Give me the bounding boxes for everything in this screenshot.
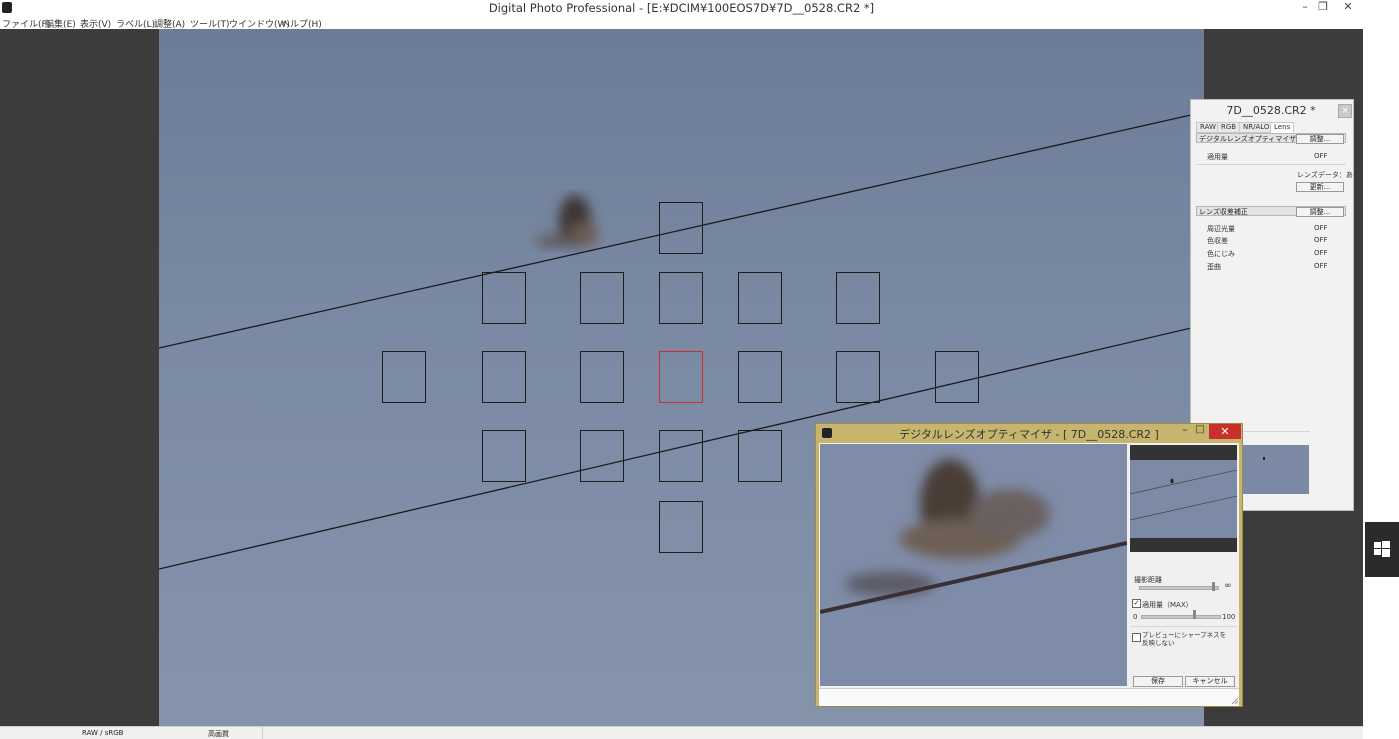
amount-checkbox[interactable]: ✓ [1132,599,1141,608]
af-point [738,351,782,403]
amount-value: OFF [1314,152,1328,160]
save-button[interactable]: 保存 [1133,676,1183,687]
status-divider [262,727,263,739]
chromatic-aberration-label: 色収差 [1207,237,1228,245]
tab-lens[interactable]: Lens [1270,122,1295,133]
tab-rgb[interactable]: RGB [1217,122,1241,133]
af-point [580,272,624,324]
distortion-label: 歪曲 [1207,263,1221,271]
af-point [382,351,426,403]
amount-max-label: 100 [1222,613,1236,621]
sharpness-checkbox[interactable] [1132,633,1141,642]
dlo-dialog: デジタルレンズオプティマイザ - [ 7D__0528.CR2 ] – □ ✕ [815,423,1243,707]
palette-title: 7D__0528.CR2 * [1226,104,1316,117]
af-point [580,430,624,482]
amount-min-label: 0 [1133,613,1138,621]
color-blur-label: 色にじみ [1207,250,1235,258]
distortion-value: OFF [1314,262,1328,270]
update-button[interactable]: 更新... [1296,182,1344,192]
divider [1196,164,1346,165]
af-point [482,430,526,482]
zoomed-preview[interactable] [820,444,1127,686]
dialog-maximize-button[interactable]: □ [1193,424,1207,438]
dialog-status-bar [819,688,1239,706]
close-button[interactable]: ✕ [1338,0,1358,14]
chromatic-aberration-value: OFF [1314,236,1328,244]
distance-label: 撮影距離 [1134,576,1162,584]
dialog-minimize-button[interactable]: – [1178,424,1192,438]
cancel-button[interactable]: キャンセル [1185,676,1235,687]
navigator-panel[interactable] [1130,445,1237,552]
amount-label: 適用量 [1207,153,1228,161]
dlo-section-label: デジタルレンズオプティマイザ [1199,135,1297,143]
af-point [659,430,703,482]
af-point [659,501,703,553]
navigator-image [1130,460,1237,538]
distance-slider-thumb[interactable] [1212,582,1215,591]
af-point [836,351,880,403]
resize-grip-icon[interactable] [1230,696,1239,705]
windows-logo-icon [1374,541,1390,557]
af-point [836,272,880,324]
af-point-selected [659,351,703,403]
title-bar: Digital Photo Professional - [E:¥DCIM¥10… [0,0,1363,16]
minimize-button[interactable]: – [1295,0,1315,14]
amount-slider-thumb[interactable] [1193,610,1196,619]
af-point [738,430,782,482]
aberration-adjust-button[interactable]: 調整... [1296,207,1344,217]
af-point [659,202,703,254]
dialog-body: 撮影距離 ∞ ✓ 適用量（MAX） 0 100 プレビューにシャープネスを反映し… [819,443,1239,706]
af-point [659,272,703,324]
divider [1130,626,1237,627]
status-colorspace: RAW / sRGB [82,729,124,737]
amount-check-label: 適用量（MAX） [1142,601,1193,609]
af-point [738,272,782,324]
sharpness-check-label: プレビューにシャープネスを反映しない [1142,631,1227,647]
peripheral-illumination-label: 周辺光量 [1207,225,1235,233]
zoomed-image [820,459,1127,614]
color-blur-value: OFF [1314,249,1328,257]
peripheral-illumination-value: OFF [1314,224,1328,232]
amount-slider[interactable] [1141,615,1221,619]
palette-thumbnail [1243,445,1309,494]
aberration-section-label: レンズ収差補正 [1199,208,1248,216]
status-bar: RAW / sRGB 高画質 [0,726,1363,739]
desktop-edge [1363,0,1399,738]
tab-nr-alo[interactable]: NR/ALO [1239,122,1274,133]
lens-data-status: レンズデータ：あり [1297,171,1360,179]
windows-charm[interactable] [1365,522,1399,577]
dlo-adjust-button[interactable]: 調整... [1296,134,1344,144]
infinity-label: ∞ [1224,581,1232,591]
bird-silhouette [535,195,598,247]
thumbnail-bird [1263,457,1265,460]
af-point [482,351,526,403]
menu-bar: ファイル(F) 編集(E) 表示(V) ラベル(L) 調整(A) ツール(T) … [0,16,1363,30]
af-point [482,272,526,324]
af-point [935,351,979,403]
window-title: Digital Photo Professional - [E:¥DCIM¥10… [488,1,875,15]
palette-close-button[interactable]: × [1338,104,1352,118]
dialog-close-button[interactable]: ✕ [1209,424,1241,439]
af-point [580,351,624,403]
distance-slider[interactable] [1139,586,1219,590]
maximize-button[interactable]: ❐ [1313,0,1333,14]
